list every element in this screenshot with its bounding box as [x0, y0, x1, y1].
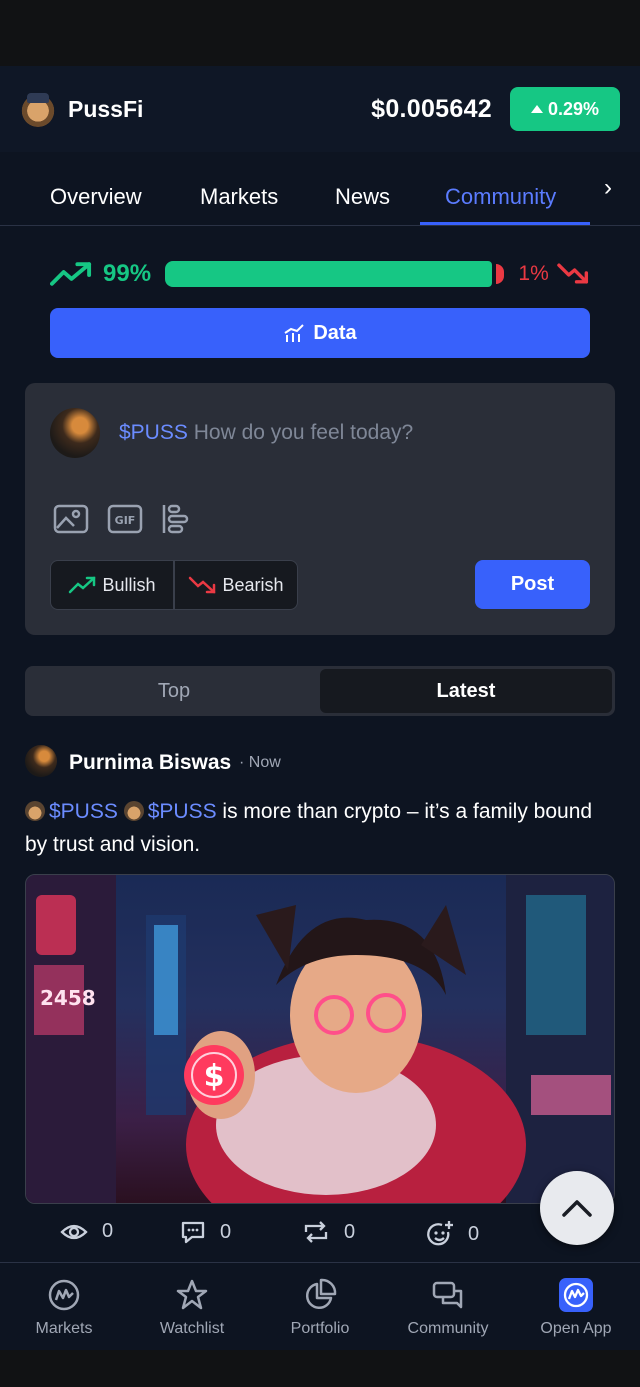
- post-author[interactable]: Purnima Biswas: [69, 751, 231, 775]
- svg-text:$: $: [204, 1059, 225, 1094]
- repost-icon: [304, 1221, 328, 1243]
- compose-box: $PUSS How do you feel today? GIF Bullish…: [25, 383, 615, 635]
- pie-chart-icon: [305, 1278, 337, 1310]
- chevron-up-icon: [562, 1200, 592, 1217]
- comments-count: 0: [220, 1220, 232, 1243]
- post-tag-1[interactable]: $PUSS: [49, 800, 118, 823]
- nav-open-app-label: Open App: [540, 1320, 612, 1337]
- coin-header: PussFi $0.005642 0.29%: [0, 66, 640, 152]
- data-button[interactable]: Data: [50, 308, 590, 358]
- nav-watchlist-label: Watchlist: [159, 1320, 225, 1337]
- poll-icon[interactable]: [161, 503, 191, 535]
- trend-down-icon: [556, 263, 588, 284]
- user-avatar: [50, 408, 100, 458]
- nav-markets[interactable]: Markets: [0, 1263, 128, 1350]
- status-bar: [0, 0, 640, 66]
- system-nav-bar: [0, 1350, 640, 1387]
- compose-placeholder: How do you feel today?: [193, 421, 414, 444]
- chat-bubbles-icon: [432, 1281, 463, 1309]
- nav-portfolio[interactable]: Portfolio: [256, 1263, 384, 1350]
- gif-icon[interactable]: GIF: [107, 504, 143, 534]
- app-screen: PussFi $0.005642 0.29% Overview Markets …: [0, 0, 640, 1387]
- compose-tools: GIF: [53, 503, 191, 535]
- post-text: $PUSS $PUSS is more than crypto – it’s a…: [25, 795, 615, 861]
- reactions-stat[interactable]: 0: [426, 1220, 479, 1248]
- post-button[interactable]: Post: [475, 560, 590, 609]
- compose-ticker: $PUSS: [119, 421, 188, 444]
- cat-girl-illustration: 2458 $: [26, 875, 614, 1203]
- tab-top[interactable]: Top: [28, 669, 320, 713]
- coinmarketcap-icon: [48, 1279, 80, 1311]
- post-time: · Now: [239, 754, 281, 771]
- trend-up-icon: [50, 262, 92, 286]
- comments-stat[interactable]: 0: [180, 1220, 231, 1244]
- tab-latest[interactable]: Latest: [320, 669, 612, 713]
- svg-text:GIF: GIF: [115, 514, 136, 527]
- post-stats: 0 0 0 0: [60, 1220, 540, 1250]
- tab-news[interactable]: News: [335, 184, 390, 210]
- tab-markets[interactable]: Markets: [200, 184, 278, 210]
- puss-emoji-icon: [25, 801, 45, 821]
- reactions-count: 0: [468, 1222, 480, 1245]
- coin-price: $0.005642: [371, 94, 492, 123]
- nav-open-app[interactable]: Open App: [512, 1263, 640, 1350]
- trend-up-icon: [69, 576, 96, 594]
- author-avatar[interactable]: [25, 745, 57, 777]
- tab-bar: Overview Markets News Community ›: [0, 152, 640, 226]
- data-button-label: Data: [313, 321, 357, 344]
- bearish-percent: 1%: [518, 262, 549, 285]
- nav-community-label: Community: [407, 1320, 489, 1337]
- triangle-up-icon: [530, 105, 543, 113]
- views-stat: 0: [60, 1220, 113, 1243]
- add-reaction-icon: [427, 1221, 453, 1246]
- trend-down-icon: [189, 576, 216, 594]
- tab-community[interactable]: Community: [445, 184, 556, 210]
- bearish-label: Bearish: [222, 574, 284, 595]
- nav-portfolio-label: Portfolio: [290, 1320, 350, 1337]
- bullish-bar: [165, 261, 492, 287]
- nav-markets-label: Markets: [35, 1320, 93, 1337]
- comment-icon: [181, 1221, 205, 1244]
- sign-2458: 2458: [40, 986, 96, 1010]
- puss-emoji-icon: [123, 801, 144, 821]
- image-icon[interactable]: [53, 504, 89, 534]
- scroll-to-top-button[interactable]: [540, 1171, 614, 1245]
- views-count: 0: [102, 1220, 114, 1242]
- post-image[interactable]: 2458 $: [25, 874, 615, 1204]
- bullish-label: Bullish: [102, 574, 156, 595]
- post-tag-2[interactable]: $PUSS: [148, 800, 217, 823]
- reposts-stat[interactable]: 0: [302, 1220, 355, 1244]
- bottom-navigation: Markets Watchlist Portfolio Community Op…: [0, 1262, 640, 1350]
- bullish-percent: 99%: [103, 260, 152, 287]
- bullish-button[interactable]: Bullish: [51, 561, 173, 609]
- eye-icon: [60, 1224, 88, 1239]
- chevron-right-icon[interactable]: ›: [604, 174, 612, 202]
- coin-name: PussFi: [68, 95, 144, 122]
- nav-watchlist[interactable]: Watchlist: [128, 1263, 256, 1350]
- compose-input[interactable]: $PUSS How do you feel today?: [119, 421, 413, 445]
- star-icon: [176, 1279, 208, 1310]
- community-sentiment-bar: 99% 1%: [50, 256, 590, 292]
- price-change-badge: 0.29%: [510, 87, 620, 131]
- price-change-value: 0.29%: [547, 98, 600, 119]
- tab-overview[interactable]: Overview: [50, 184, 142, 210]
- chart-icon: [284, 324, 305, 342]
- sentiment-toggle: Bullish Bearish: [50, 560, 298, 610]
- reposts-count: 0: [344, 1220, 356, 1243]
- nav-community[interactable]: Community: [384, 1263, 512, 1350]
- active-tab-indicator: [420, 222, 590, 225]
- bearish-button[interactable]: Bearish: [173, 561, 297, 609]
- open-app-icon: [559, 1278, 593, 1312]
- bearish-bar: [495, 264, 505, 284]
- feed-sort-toggle: Top Latest: [25, 666, 615, 716]
- pussfi-logo-icon: [20, 91, 56, 127]
